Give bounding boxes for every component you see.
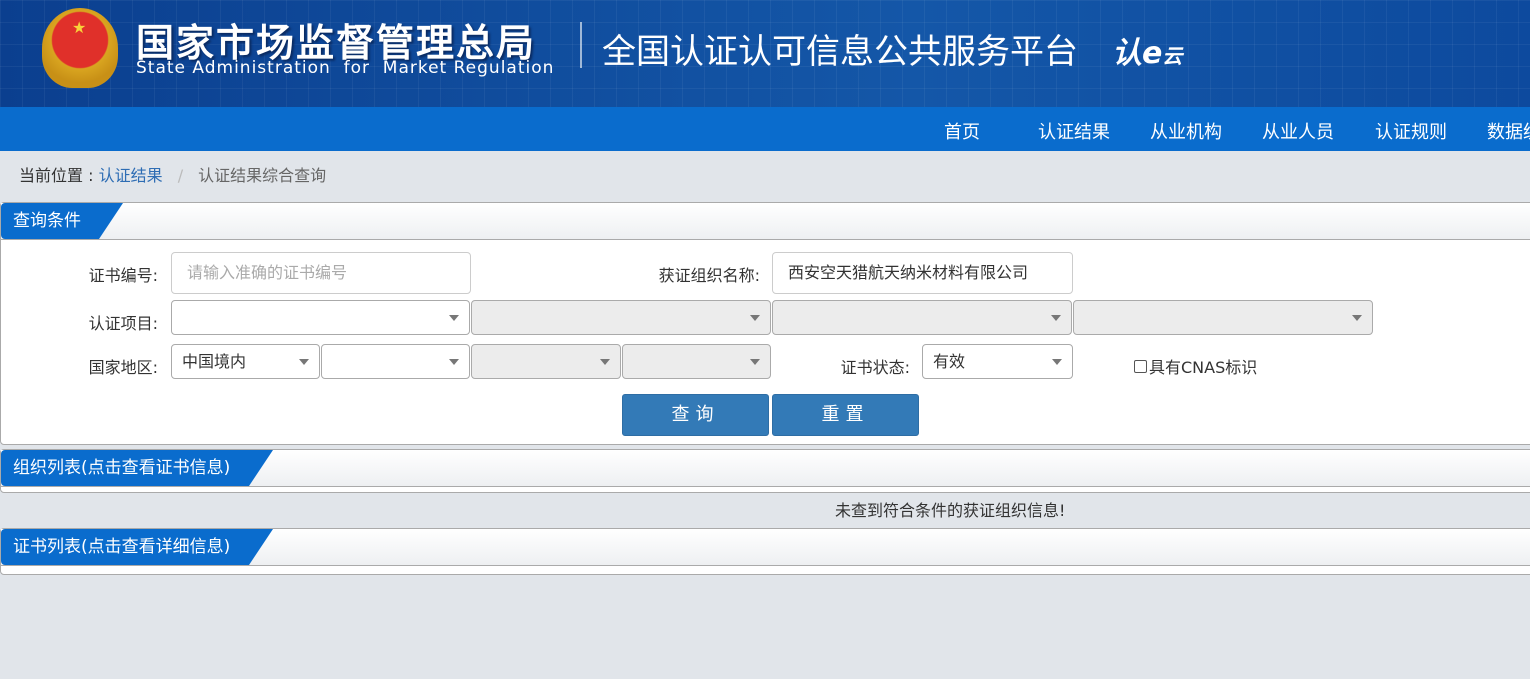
region-select-3[interactable] xyxy=(471,344,621,379)
status-select[interactable]: 有效 xyxy=(922,344,1073,379)
region-select-1[interactable]: 中国境内 xyxy=(171,344,320,379)
project-label: 认证项目: xyxy=(88,314,158,333)
query-panel-title: 查询条件 xyxy=(1,203,123,239)
project-select-1[interactable] xyxy=(171,300,470,335)
region-select-4[interactable] xyxy=(622,344,771,379)
region-select-2[interactable] xyxy=(321,344,470,379)
nav-personnel[interactable]: 从业人员 xyxy=(1262,118,1334,144)
platform-title: 全国认证认可信息公共服务平台 xyxy=(602,32,1078,72)
breadcrumb-link[interactable]: 认证结果 xyxy=(99,166,163,185)
nav-statistics[interactable]: 数据统计 xyxy=(1487,118,1530,144)
breadcrumb-sep: / xyxy=(177,166,184,185)
cnas-label: 具有CNAS标识 xyxy=(1149,358,1258,377)
nav-cert-results[interactable]: 认证结果 xyxy=(1038,118,1110,144)
renyun-logo: 认e云 xyxy=(1112,36,1183,71)
breadcrumb: 当前位置 : 认证结果 / 认证结果综合查询 xyxy=(19,162,326,186)
cert-no-input[interactable]: 请输入准确的证书编号 xyxy=(171,252,471,294)
nav-home[interactable]: 首页 xyxy=(944,118,980,144)
cnas-checkbox[interactable]: 具有CNAS标识 xyxy=(1134,354,1257,378)
reset-button[interactable]: 重置 xyxy=(772,394,919,436)
org-name-en: State Administration for Market Regulati… xyxy=(136,58,555,78)
national-emblem-icon: ★ xyxy=(42,8,118,88)
org-name-label: 获证组织名称: xyxy=(658,266,760,285)
project-select-4[interactable] xyxy=(1073,300,1373,335)
org-list-empty-message: 未查到符合条件的获证组织信息! xyxy=(835,501,1066,520)
cert-list-panel: 证书列表(点击查看详细信息) xyxy=(0,528,1530,575)
divider xyxy=(580,22,582,68)
checkbox-icon[interactable] xyxy=(1134,359,1147,373)
status-label: 证书状态: xyxy=(840,358,910,377)
nav-rules[interactable]: 认证规则 xyxy=(1375,118,1447,144)
org-name-input[interactable]: 西安空天猎航天纳米材料有限公司 xyxy=(772,252,1073,294)
breadcrumb-current: 认证结果综合查询 xyxy=(198,166,327,185)
main-nav: 首页 认证结果 从业机构 从业人员 认证规则 数据统计 xyxy=(0,107,1530,151)
cert-list-title: 证书列表(点击查看详细信息) xyxy=(1,529,273,565)
cert-no-label: 证书编号: xyxy=(88,266,158,285)
org-list-title: 组织列表(点击查看证书信息) xyxy=(1,450,273,486)
header-banner: ★ 国家市场监督管理总局 State Administration for Ma… xyxy=(0,0,1530,107)
project-select-2[interactable] xyxy=(471,300,771,335)
org-list-panel: 组织列表(点击查看证书信息) xyxy=(0,449,1530,493)
search-button[interactable]: 查询 xyxy=(622,394,769,436)
nav-institutions[interactable]: 从业机构 xyxy=(1150,118,1222,144)
region-label: 国家地区: xyxy=(88,358,158,377)
breadcrumb-prefix: 当前位置 : xyxy=(19,166,94,185)
project-select-3[interactable] xyxy=(772,300,1072,335)
